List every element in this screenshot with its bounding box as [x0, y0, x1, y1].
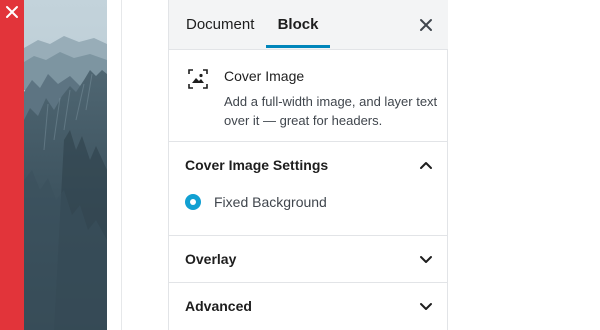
right-gutter	[449, 0, 600, 330]
chevron-down-icon	[420, 256, 432, 263]
radio-button[interactable]	[185, 194, 201, 210]
panel-toggle-settings[interactable]: Cover Image Settings	[169, 142, 448, 189]
panel-cover-image-settings: Cover Image Settings Fixed Background	[169, 142, 448, 236]
canvas-divider	[121, 0, 122, 330]
active-tab-indicator	[266, 45, 330, 48]
block-description: Add a full-width image, and layer text o…	[224, 94, 438, 128]
panel-overlay: Overlay	[169, 236, 448, 283]
radio-label: Fixed Background	[214, 194, 327, 210]
mountain-photo	[24, 0, 107, 330]
editor-canvas[interactable]	[107, 0, 168, 330]
close-sidebar-icon[interactable]	[417, 16, 435, 34]
panel-toggle-advanced[interactable]: Advanced	[169, 283, 448, 330]
tab-block[interactable]: Block	[266, 0, 330, 49]
cover-image-preview[interactable]	[24, 0, 107, 330]
panel-title: Advanced	[185, 298, 252, 314]
panel-toggle-overlay[interactable]: Overlay	[169, 236, 448, 283]
sidebar-tabs: Document Block	[169, 0, 448, 50]
panel-title: Overlay	[185, 251, 237, 267]
panel-title: Cover Image Settings	[185, 157, 329, 173]
chevron-down-icon	[420, 303, 432, 310]
close-icon[interactable]	[5, 5, 19, 19]
block-title: Cover Image	[224, 68, 305, 84]
settings-sidebar: Document Block Cover Image Add a full-wi…	[168, 0, 448, 330]
radio-selected-dot	[190, 199, 196, 205]
block-card: Cover Image Add a full-width image, and …	[169, 50, 448, 142]
panel-advanced: Advanced	[169, 283, 448, 330]
close-editor-strip[interactable]	[0, 0, 24, 330]
chevron-up-icon	[420, 162, 432, 169]
tab-document[interactable]: Document	[186, 0, 254, 49]
cover-image-icon	[188, 69, 208, 89]
